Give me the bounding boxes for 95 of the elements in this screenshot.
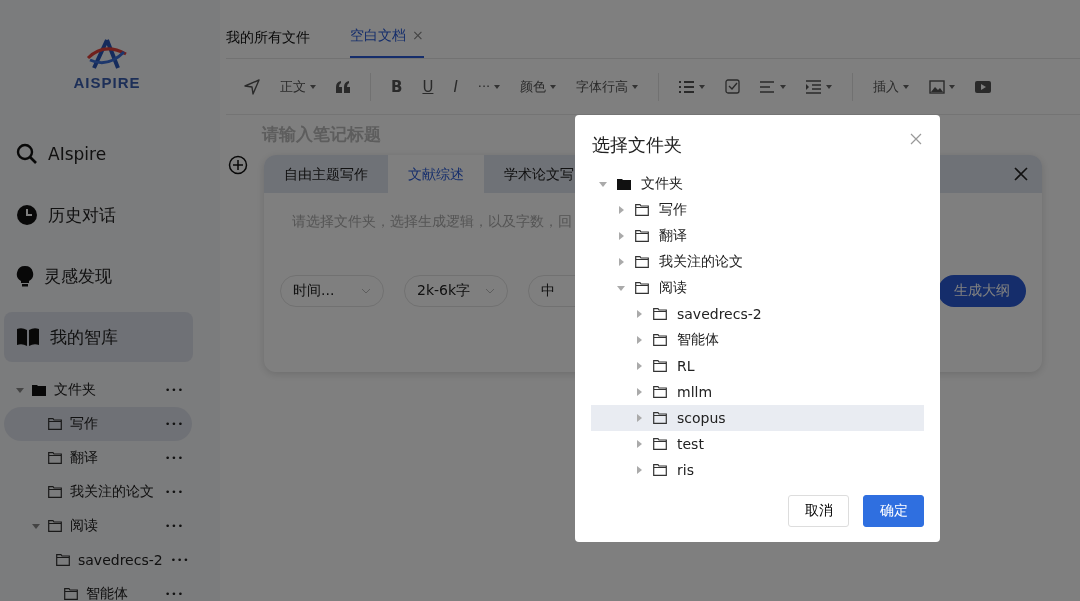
folder-icon: [653, 438, 667, 450]
close-icon[interactable]: [1014, 167, 1028, 181]
more-icon[interactable]: •••: [165, 521, 184, 531]
more-icon[interactable]: •••: [165, 589, 184, 599]
folder-icon: [48, 520, 62, 532]
align-icon[interactable]: [760, 79, 787, 94]
close-icon[interactable]: [910, 133, 922, 145]
toolbar-button[interactable]: 颜色: [520, 77, 557, 96]
lightbulb-icon: [16, 265, 34, 287]
writer-tab[interactable]: 自由主题写作: [264, 155, 388, 193]
caret-icon[interactable]: [617, 232, 625, 240]
cancel-button[interactable]: 取消: [788, 495, 849, 527]
book-icon: [16, 327, 40, 347]
toolbar-button[interactable]: I: [453, 77, 458, 96]
folder-item[interactable]: 写作: [591, 197, 924, 223]
folder-icon: [635, 256, 649, 268]
folder-item[interactable]: scopus: [591, 405, 924, 431]
folder-icon: [653, 360, 667, 372]
logo-text: AISPIRE: [73, 74, 141, 91]
caret-icon[interactable]: [635, 440, 643, 448]
folder-icon: [653, 308, 667, 320]
folder-item[interactable]: 文件夹: [591, 171, 924, 197]
caret-icon[interactable]: [617, 206, 625, 214]
folder-icon: [653, 412, 667, 424]
indent-icon[interactable]: [806, 79, 833, 94]
more-icon[interactable]: •••: [165, 385, 184, 395]
caret-icon[interactable]: [635, 362, 643, 370]
folder-icon: [48, 452, 62, 464]
nav-item[interactable]: 我的智库: [4, 312, 193, 362]
caret-icon[interactable]: [617, 284, 625, 292]
folder-icon: [653, 464, 667, 476]
chevron-icon: [485, 288, 495, 294]
quote-icon[interactable]: [336, 80, 350, 93]
toolbar-button[interactable]: ···: [477, 79, 501, 94]
writer-tab[interactable]: 文献综述: [388, 155, 484, 193]
folder-icon: [617, 178, 631, 190]
folder-item[interactable]: 阅读: [591, 275, 924, 301]
folder-icon: [653, 386, 667, 398]
caret-icon[interactable]: [617, 258, 625, 266]
confirm-button[interactable]: 确定: [863, 495, 924, 527]
dialog-title: 选择文件夹: [592, 133, 682, 157]
folder-item[interactable]: 我关注的论文 •••: [4, 475, 192, 509]
folder-item[interactable]: RL: [591, 353, 924, 379]
caret-icon[interactable]: [635, 388, 643, 396]
list-icon[interactable]: [679, 79, 706, 94]
more-icon[interactable]: •••: [165, 453, 184, 463]
more-icon[interactable]: •••: [170, 555, 190, 565]
folder-icon: [635, 230, 649, 242]
toolbar-button[interactable]: 插入: [873, 77, 910, 96]
folder-icon: [635, 282, 649, 294]
folder-item[interactable]: 翻译: [591, 223, 924, 249]
document-tab[interactable]: 我的所有文件: [226, 29, 310, 58]
folder-icon: [48, 418, 62, 430]
toolbar-button[interactable]: U: [422, 77, 434, 96]
folder-item[interactable]: 智能体 •••: [4, 577, 192, 601]
folder-icon: [32, 384, 46, 396]
folder-item[interactable]: ris: [591, 457, 924, 483]
more-icon[interactable]: •••: [165, 419, 184, 429]
more-icon[interactable]: •••: [165, 487, 184, 497]
video-icon[interactable]: [975, 79, 992, 94]
folder-icon: [64, 588, 78, 600]
caret-icon[interactable]: [635, 414, 643, 422]
caret-icon[interactable]: [599, 180, 607, 188]
checkbox-icon[interactable]: [725, 79, 741, 94]
caret-icon[interactable]: [635, 336, 643, 344]
folder-item[interactable]: savedrecs-2: [591, 301, 924, 327]
toolbar-button[interactable]: B: [391, 77, 403, 96]
search-icon: [16, 143, 38, 165]
generate-button[interactable]: 生成大纲: [938, 275, 1026, 307]
folder-item[interactable]: 写作 •••: [4, 407, 192, 441]
folder-item[interactable]: mllm: [591, 379, 924, 405]
add-icon[interactable]: [228, 155, 248, 175]
nav-item[interactable]: 历史对话: [4, 190, 193, 240]
caret-icon[interactable]: [635, 466, 643, 474]
send-icon[interactable]: [244, 78, 260, 95]
toolbar-button[interactable]: 字体行高: [576, 77, 639, 96]
nav-item[interactable]: 灵感发现: [4, 251, 193, 301]
folder-item[interactable]: 翻译 •••: [4, 441, 192, 475]
document-tab[interactable]: 空白文档 ×: [350, 27, 424, 58]
caret-icon[interactable]: [635, 310, 643, 318]
folder-item[interactable]: test: [591, 431, 924, 457]
folder-icon: [48, 486, 62, 498]
clock-icon: [16, 204, 38, 226]
image-icon[interactable]: [929, 79, 956, 94]
toolbar-button[interactable]: 正文: [280, 77, 316, 96]
folder-item[interactable]: 阅读 •••: [4, 509, 192, 543]
folder-icon: [56, 554, 70, 566]
folder-item[interactable]: 我关注的论文: [591, 249, 924, 275]
folder-item[interactable]: 文件夹 •••: [4, 373, 192, 407]
chevron-icon: [361, 288, 371, 294]
nav-item[interactable]: AIspire: [4, 129, 193, 179]
folder-icon: [653, 334, 667, 346]
folder-item[interactable]: 智能体: [591, 327, 924, 353]
folder-icon: [635, 204, 649, 216]
folder-item[interactable]: savedrecs-2 •••: [4, 543, 192, 577]
